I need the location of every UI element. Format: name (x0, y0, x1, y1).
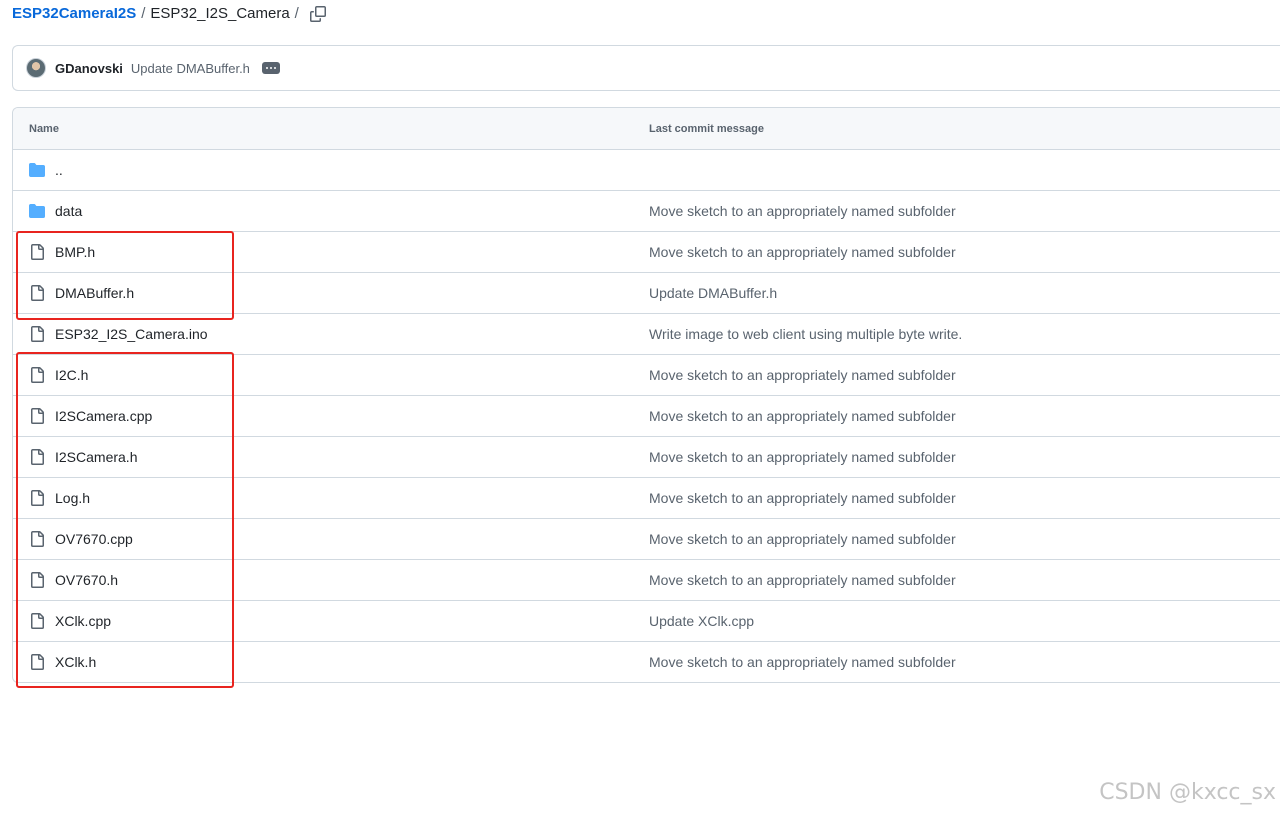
commit-message-cell[interactable]: Move sketch to an appropriately named su… (649, 572, 1280, 588)
commit-message-cell[interactable]: Update XClk.cpp (649, 613, 1280, 629)
file-name-link[interactable]: BMP.h (55, 244, 95, 260)
table-row[interactable]: I2SCamera.h Move sketch to an appropriate… (13, 437, 1280, 478)
file-name-cell: XClk.h (13, 654, 649, 670)
breadcrumb-trailing-separator: / (294, 5, 299, 22)
commit-message-cell[interactable]: Move sketch to an appropriately named su… (649, 367, 1280, 383)
table-row[interactable]: data Move sketch to an appropriately name… (13, 191, 1280, 232)
table-row[interactable]: .. (13, 150, 1280, 191)
commit-author-link[interactable]: GDanovski (55, 61, 123, 76)
column-header-last-commit: Last commit message (649, 122, 764, 135)
commit-message-cell[interactable]: Write image to web client using multiple… (649, 326, 1280, 342)
file-name-link[interactable]: I2SCamera.cpp (55, 408, 152, 424)
file-icon (29, 490, 45, 506)
file-name-link[interactable]: XClk.cpp (55, 613, 111, 629)
commit-message-cell[interactable]: Move sketch to an appropriately named su… (649, 244, 1280, 260)
commit-message-cell[interactable]: Move sketch to an appropriately named su… (649, 531, 1280, 547)
file-icon (29, 408, 45, 424)
file-name-cell: BMP.h (13, 244, 649, 260)
file-icon (29, 572, 45, 588)
commit-message-cell[interactable]: Move sketch to an appropriately named su… (649, 449, 1280, 465)
file-icon (29, 367, 45, 383)
avatar[interactable] (26, 58, 46, 78)
table-row[interactable]: DMABuffer.h Update DMABuffer.h (13, 273, 1280, 314)
watermark: CSDN @kxcc_sx (1099, 780, 1276, 805)
folder-icon (29, 162, 45, 178)
file-rows: .. data Move sketch to an appropriately na… (13, 150, 1280, 682)
table-row[interactable]: I2SCamera.cpp Move sketch to an appropria… (13, 396, 1280, 437)
table-row[interactable]: OV7670.h Move sketch to an appropriately … (13, 560, 1280, 601)
file-name-link[interactable]: I2C.h (55, 367, 88, 383)
table-row[interactable]: Log.h Move sketch to an appropriately nam… (13, 478, 1280, 519)
file-table: Name Last commit message .. data Move sket… (12, 107, 1280, 683)
table-row[interactable]: XClk.h Move sketch to an appropriately na… (13, 642, 1280, 682)
file-name-link[interactable]: I2SCamera.h (55, 449, 137, 465)
commit-message-cell[interactable]: Move sketch to an appropriately named su… (649, 408, 1280, 424)
file-icon (29, 449, 45, 465)
breadcrumb: ESP32CameraI2S / ESP32_I2S_Camera / (12, 4, 326, 24)
file-name-cell: OV7670.h (13, 572, 649, 588)
file-icon (29, 285, 45, 301)
file-browser-page: ESP32CameraI2S / ESP32_I2S_Camera / GDan… (0, 0, 1280, 813)
commit-message-cell[interactable]: Move sketch to an appropriately named su… (649, 490, 1280, 506)
file-name-cell: Log.h (13, 490, 649, 506)
file-name-cell: OV7670.cpp (13, 531, 649, 547)
file-name-link[interactable]: data (55, 203, 82, 219)
breadcrumb-separator: / (141, 5, 146, 22)
commit-message-cell[interactable]: Move sketch to an appropriately named su… (649, 654, 1280, 670)
file-icon (29, 654, 45, 670)
table-row[interactable]: XClk.cpp Update XClk.cpp (13, 601, 1280, 642)
commit-message-link[interactable]: Update DMABuffer.h (131, 61, 250, 76)
file-name-link[interactable]: Log.h (55, 490, 90, 506)
breadcrumb-current-folder: ESP32_I2S_Camera (150, 5, 290, 22)
file-name-cell: I2SCamera.cpp (13, 408, 649, 424)
folder-icon (29, 203, 45, 219)
latest-commit-box: GDanovski Update DMABuffer.h (12, 45, 1280, 91)
file-name-cell: DMABuffer.h (13, 285, 649, 301)
file-name-cell: I2SCamera.h (13, 449, 649, 465)
table-row[interactable]: OV7670.cpp Move sketch to an appropriatel… (13, 519, 1280, 560)
file-name-cell: XClk.cpp (13, 613, 649, 629)
table-row[interactable]: I2C.h Move sketch to an appropriately nam… (13, 355, 1280, 396)
file-icon (29, 326, 45, 342)
file-icon (29, 244, 45, 260)
file-name-link[interactable]: ESP32_I2S_Camera.ino (55, 326, 208, 342)
copy-icon[interactable] (309, 6, 326, 22)
commit-message-cell[interactable]: Update DMABuffer.h (649, 285, 1280, 301)
kebab-horizontal-icon[interactable] (261, 62, 280, 74)
file-icon (29, 531, 45, 547)
breadcrumb-repo-link[interactable]: ESP32CameraI2S (12, 4, 136, 24)
file-name-link[interactable]: DMABuffer.h (55, 285, 134, 301)
table-row[interactable]: BMP.h Move sketch to an appropriately nam… (13, 232, 1280, 273)
file-name-cell: .. (13, 162, 649, 178)
column-header-name: Name (29, 122, 59, 135)
file-name-link[interactable]: OV7670.h (55, 572, 118, 588)
table-header: Name Last commit message (13, 108, 1280, 150)
file-name-cell: ESP32_I2S_Camera.ino (13, 326, 649, 342)
file-icon (29, 613, 45, 629)
file-name-cell: data (13, 203, 649, 219)
table-row[interactable]: ESP32_I2S_Camera.ino Write image to web c… (13, 314, 1280, 355)
file-name-cell: I2C.h (13, 367, 649, 383)
file-name-link[interactable]: XClk.h (55, 654, 96, 670)
commit-message-cell[interactable]: Move sketch to an appropriately named su… (649, 203, 1280, 219)
file-name-link[interactable]: .. (55, 162, 63, 178)
file-name-link[interactable]: OV7670.cpp (55, 531, 133, 547)
